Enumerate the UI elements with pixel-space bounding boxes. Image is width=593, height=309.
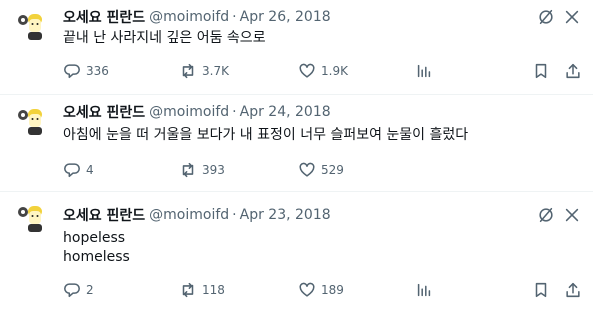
- display-name[interactable]: 오세요 핀란드: [63, 102, 145, 122]
- retweet-button[interactable]: 3.7K: [179, 61, 229, 81]
- tweet[interactable]: 오세요 핀란드 @moimoifd · Apr 24, 2018 아침에 눈을 …: [0, 95, 593, 192]
- share-button[interactable]: [564, 61, 582, 81]
- reply-icon: [64, 163, 80, 178]
- share-icon: [566, 282, 580, 298]
- tweet-text: 아침에 눈을 떠 거울을 보다가 내 표정이 너무 슬퍼보여 눈물이 흘렀다: [63, 127, 469, 143]
- like-icon: [299, 282, 315, 297]
- grok-icon[interactable]: [536, 7, 556, 27]
- like-count: 189: [321, 283, 344, 297]
- bookmark-icon: [535, 282, 547, 298]
- tweet-actions: 336 3.7K 1.9K: [0, 61, 593, 81]
- tweet-text: 끝내 난 사라지네 깊은 어둠 속으로: [63, 30, 266, 46]
- separator: ·: [232, 9, 237, 25]
- display-name[interactable]: 오세요 핀란드: [63, 205, 145, 225]
- tweet-text-line: homeless: [63, 249, 130, 265]
- separator: ·: [232, 207, 237, 223]
- retweet-button[interactable]: 118: [179, 280, 225, 300]
- reply-icon: [64, 64, 80, 79]
- retweet-icon: [182, 282, 194, 298]
- retweet-count: 3.7K: [202, 64, 229, 78]
- reply-count: 4: [86, 163, 94, 177]
- handle[interactable]: @moimoifd: [149, 104, 229, 120]
- share-icon: [566, 63, 580, 79]
- avatar[interactable]: [15, 105, 47, 137]
- reply-count: 2: [86, 283, 94, 297]
- separator: ·: [232, 104, 237, 120]
- share-button[interactable]: [564, 280, 582, 300]
- tweet-header: 오세요 핀란드 @moimoifd · Apr 26, 2018: [63, 7, 331, 27]
- display-name[interactable]: 오세요 핀란드: [63, 7, 145, 27]
- tweet-text-line: hopeless: [63, 230, 126, 246]
- reply-icon: [64, 283, 80, 298]
- retweet-button[interactable]: 393: [179, 160, 225, 180]
- more-icon[interactable]: [562, 205, 582, 225]
- avatar[interactable]: [15, 10, 47, 42]
- like-count: 1.9K: [321, 64, 348, 78]
- tweet-actions: 4 393 529: [0, 160, 593, 180]
- avatar[interactable]: [15, 202, 47, 234]
- views-button[interactable]: [415, 280, 433, 300]
- retweet-count: 118: [202, 283, 225, 297]
- retweet-icon: [182, 63, 194, 79]
- like-icon: [299, 63, 315, 78]
- grok-icon[interactable]: [536, 205, 556, 225]
- reply-button[interactable]: 336: [63, 61, 109, 81]
- tweet-date[interactable]: Apr 26, 2018: [240, 9, 331, 25]
- handle[interactable]: @moimoifd: [149, 207, 229, 223]
- reply-count: 336: [86, 64, 109, 78]
- tweet[interactable]: 오세요 핀란드 @moimoifd · Apr 26, 2018 끝내 난 사라…: [0, 0, 593, 95]
- tweet-date[interactable]: Apr 23, 2018: [240, 207, 331, 223]
- bookmark-icon: [535, 63, 547, 79]
- tweet-date[interactable]: Apr 24, 2018: [240, 104, 331, 120]
- like-button[interactable]: 529: [298, 160, 344, 180]
- tweet[interactable]: 오세요 핀란드 @moimoifd · Apr 23, 2018 hopeles…: [0, 192, 593, 309]
- bookmark-button[interactable]: [532, 61, 550, 81]
- reply-button[interactable]: 2: [63, 280, 94, 300]
- views-icon: [417, 64, 431, 78]
- reply-button[interactable]: 4: [63, 160, 94, 180]
- views-button[interactable]: [415, 61, 433, 81]
- more-icon[interactable]: [562, 7, 582, 27]
- like-button[interactable]: 189: [298, 280, 344, 300]
- retweet-icon: [182, 162, 194, 178]
- retweet-count: 393: [202, 163, 225, 177]
- like-icon: [299, 162, 315, 177]
- like-count: 529: [321, 163, 344, 177]
- bookmark-button[interactable]: [532, 280, 550, 300]
- like-button[interactable]: 1.9K: [298, 61, 348, 81]
- tweet-actions: 2 118 189: [0, 280, 593, 300]
- handle[interactable]: @moimoifd: [149, 9, 229, 25]
- views-icon: [417, 283, 431, 297]
- tweet-header: 오세요 핀란드 @moimoifd · Apr 23, 2018: [63, 205, 331, 225]
- tweet-header: 오세요 핀란드 @moimoifd · Apr 24, 2018: [63, 102, 331, 122]
